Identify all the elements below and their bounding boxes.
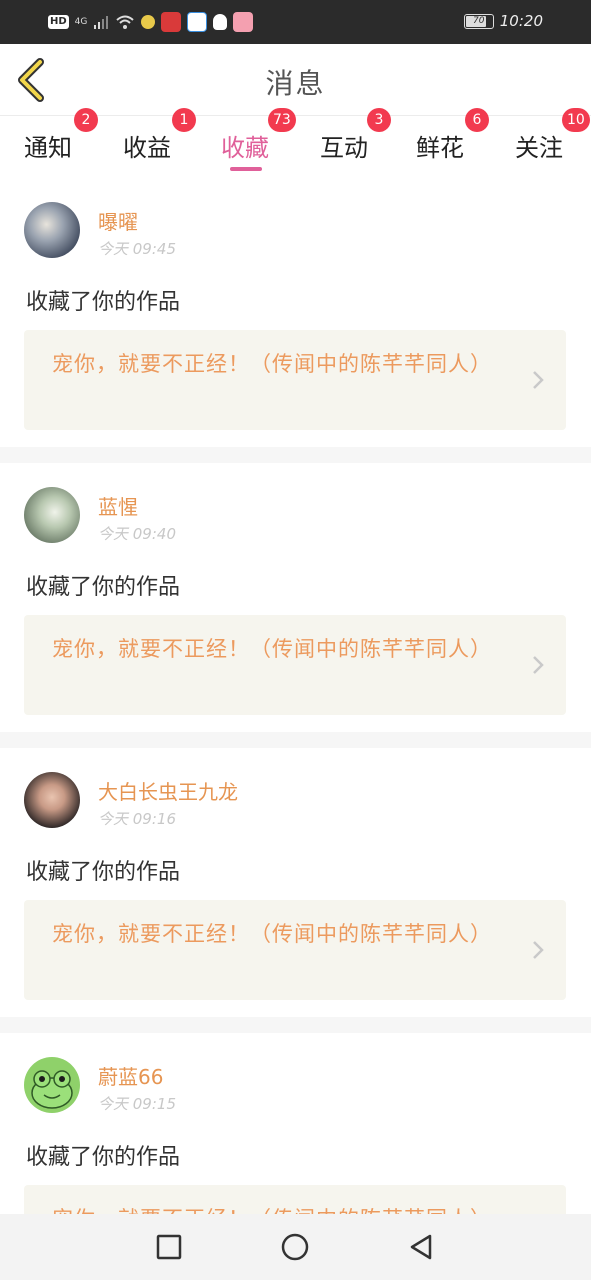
work-title: 宠你，就要不正经！（传闻中的陈芊芊同人）: [52, 352, 492, 376]
page-title: 消息: [265, 67, 326, 100]
list-item: 曝曜 今天 09:45 收藏了你的作品 宠你，就要不正经！（传闻中的陈芊芊同人）: [0, 180, 591, 446]
recents-button[interactable]: [154, 1232, 184, 1262]
username[interactable]: 蔚蓝66: [98, 1061, 163, 1090]
work-title: 宠你，就要不正经！（传闻中的陈芊芊同人）: [52, 922, 492, 946]
work-link[interactable]: 宠你，就要不正经！（传闻中的陈芊芊同人）: [24, 1185, 566, 1214]
signal-icon: [94, 16, 109, 29]
username[interactable]: 曝曜: [98, 206, 138, 235]
app-notification-icon: [233, 12, 254, 32]
avatar[interactable]: [24, 1057, 80, 1113]
work-title: 宠你，就要不正经！（传闻中的陈芊芊同人）: [52, 637, 492, 661]
timestamp: 今天 09:40: [98, 525, 176, 543]
badge-earnings: 1: [172, 108, 196, 132]
tab-follow[interactable]: 关注: [515, 128, 563, 163]
badge-follow: 10: [562, 108, 590, 132]
header: 消息: [0, 44, 591, 116]
divider: [0, 1017, 591, 1033]
system-nav-bar: [0, 1214, 591, 1280]
divider: [0, 447, 591, 463]
timestamp: 今天 09:15: [98, 1095, 176, 1113]
badge-interaction: 3: [367, 108, 391, 132]
tab-favorites[interactable]: 收藏: [221, 128, 269, 163]
action-text: 收藏了你的作品: [26, 575, 181, 600]
username[interactable]: 大白长虫王九龙: [98, 776, 238, 805]
wifi-icon: [116, 15, 135, 29]
username[interactable]: 蓝惺: [98, 491, 138, 520]
work-title: 宠你，就要不正经！（传闻中的陈芊芊同人）: [52, 1203, 512, 1214]
app-notification-icon: [161, 12, 182, 32]
status-bar: HD 4G 70 10:20: [0, 0, 591, 44]
tab-earnings[interactable]: 收益: [123, 128, 171, 163]
tab-notice[interactable]: 通知: [24, 128, 72, 163]
clock: 10:20: [499, 12, 543, 30]
avatar[interactable]: [24, 202, 80, 258]
back-nav-button[interactable]: [406, 1232, 436, 1262]
chevron-right-icon: [533, 941, 544, 959]
action-text: 收藏了你的作品: [26, 1145, 181, 1170]
list-item: 蔚蓝66 今天 09:15 收藏了你的作品 宠你，就要不正经！（传闻中的陈芊芊同…: [0, 1033, 591, 1214]
action-text: 收藏了你的作品: [26, 290, 181, 315]
app-notification-icon: [141, 15, 156, 29]
timestamp: 今天 09:45: [98, 240, 176, 258]
hd-indicator: HD: [48, 15, 69, 29]
tab-interaction[interactable]: 互动: [320, 128, 368, 163]
network-type: 4G: [74, 17, 88, 27]
active-tab-indicator: [230, 167, 262, 171]
chevron-right-icon: [533, 656, 544, 674]
home-button[interactable]: [280, 1232, 310, 1262]
timestamp: 今天 09:16: [98, 810, 176, 828]
badge-notice: 2: [74, 108, 98, 132]
action-text: 收藏了你的作品: [26, 860, 181, 885]
badge-favorites: 73: [268, 108, 296, 132]
work-link[interactable]: 宠你，就要不正经！（传闻中的陈芊芊同人）: [24, 900, 566, 1000]
work-link[interactable]: 宠你，就要不正经！（传闻中的陈芊芊同人）: [24, 615, 566, 715]
tab-flowers[interactable]: 鲜花: [416, 128, 464, 163]
battery-icon: 70: [463, 13, 494, 29]
chevron-right-icon: [533, 371, 544, 389]
avatar[interactable]: [24, 772, 80, 828]
badge-flowers: 6: [465, 108, 489, 132]
list-item: 蓝惺 今天 09:40 收藏了你的作品 宠你，就要不正经！（传闻中的陈芊芊同人）: [0, 463, 591, 731]
app-notification-icon: [187, 12, 208, 32]
work-link[interactable]: 宠你，就要不正经！（传闻中的陈芊芊同人）: [24, 330, 566, 430]
divider: [0, 732, 591, 748]
frog-avatar-icon: [31, 1070, 73, 1109]
avatar[interactable]: [24, 487, 80, 543]
list-item: 大白长虫王九龙 今天 09:16 收藏了你的作品 宠你，就要不正经！（传闻中的陈…: [0, 748, 591, 1016]
qq-icon: [213, 14, 228, 30]
